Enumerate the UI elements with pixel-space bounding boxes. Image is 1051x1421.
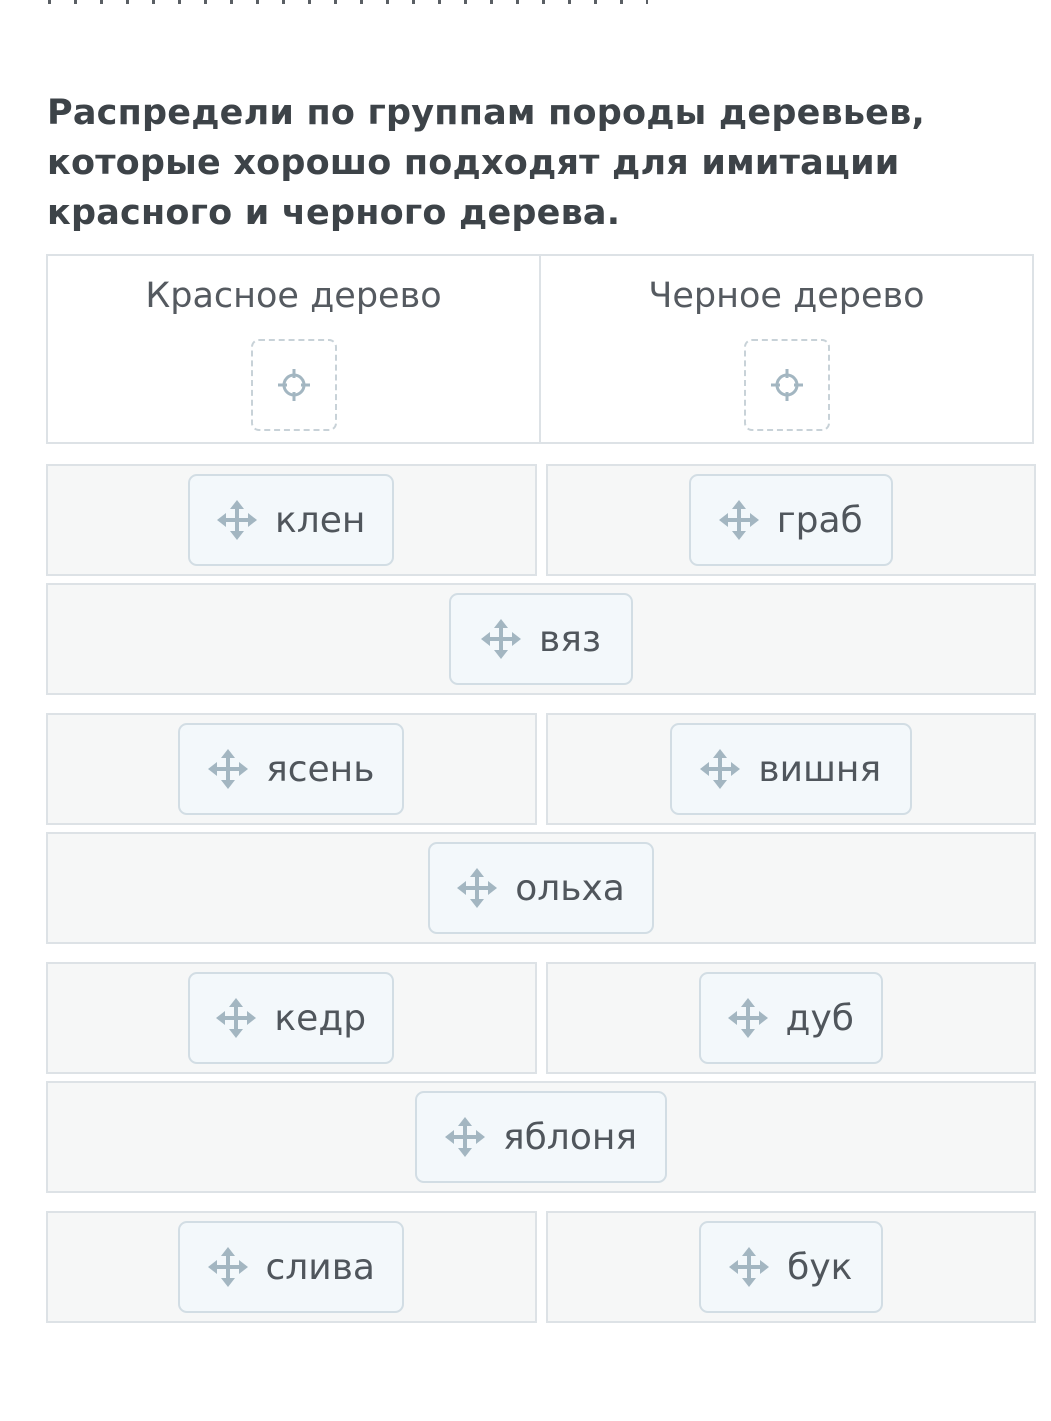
card-row: слива бук (46, 1211, 1036, 1323)
card-row: ольха (46, 832, 1036, 944)
card-slot: ольха (46, 832, 1036, 944)
move-icon (444, 1117, 485, 1157)
move-icon (729, 1247, 770, 1287)
crosshair-icon (277, 369, 310, 401)
card-slot: вишня (545, 713, 1036, 825)
target-groups: Красное дерево Черное дерево (46, 254, 1034, 444)
card-label: граб (776, 499, 863, 541)
question-text: Распредели по группам породы деревьев, к… (47, 93, 925, 233)
card-label: вяз (538, 618, 601, 660)
card-label: яблоня (502, 1116, 638, 1158)
card-row: вяз (46, 583, 1036, 695)
draggable-card[interactable]: дуб (698, 972, 883, 1064)
crosshair-icon (770, 369, 803, 401)
card-row: кедр дуб (46, 962, 1036, 1074)
card-label: дуб (785, 997, 854, 1039)
group-title: Красное дерево (145, 276, 442, 316)
draggable-card[interactable]: вишня (669, 723, 912, 815)
move-icon (208, 749, 249, 789)
draggable-card[interactable]: слива (178, 1221, 405, 1313)
card-slot: вяз (46, 583, 1036, 695)
group-title: Черное дерево (648, 276, 925, 316)
move-icon (217, 500, 258, 540)
card-slot: слива (46, 1211, 537, 1323)
move-icon (727, 998, 768, 1038)
card-label: ольха (515, 867, 625, 909)
card-slot: граб (545, 464, 1036, 576)
draggable-card[interactable]: яблоня (415, 1091, 667, 1183)
card-row: яблоня (46, 1081, 1036, 1193)
card-row: клен граб (46, 464, 1036, 576)
move-icon (700, 749, 741, 789)
draggable-card[interactable]: вяз (449, 593, 633, 685)
card-label: клен (275, 499, 366, 541)
draggable-card[interactable]: клен (188, 474, 395, 566)
card-slot: бук (545, 1211, 1036, 1323)
card-row: ясень вишня (46, 713, 1036, 825)
card-label: вишня (758, 748, 882, 790)
card-label: кедр (274, 997, 367, 1039)
card-slot: клен (46, 464, 537, 576)
group-red-wood: Красное дерево (48, 256, 539, 442)
card-slot: ясень (46, 713, 537, 825)
clipped-previous-text (0, 0, 1051, 10)
move-icon (207, 1247, 248, 1287)
card-label: слива (265, 1246, 375, 1288)
draggable-card[interactable]: бук (698, 1221, 883, 1313)
move-icon (718, 500, 759, 540)
card-label: бук (787, 1246, 853, 1288)
move-icon (216, 998, 257, 1038)
drop-zone[interactable] (743, 339, 830, 431)
draggable-card[interactable]: кедр (188, 972, 395, 1064)
card-slot: кедр (46, 962, 537, 1074)
card-slot: яблоня (46, 1081, 1036, 1193)
drop-zone[interactable] (250, 339, 337, 431)
draggable-card[interactable]: ясень (178, 723, 405, 815)
group-black-wood: Черное дерево (539, 256, 1032, 442)
draggable-card[interactable]: ольха (428, 842, 654, 934)
move-icon (480, 619, 521, 659)
card-slot: дуб (545, 962, 1036, 1074)
draggable-card[interactable]: граб (688, 474, 893, 566)
card-label: ясень (266, 748, 375, 790)
move-icon (457, 868, 498, 908)
